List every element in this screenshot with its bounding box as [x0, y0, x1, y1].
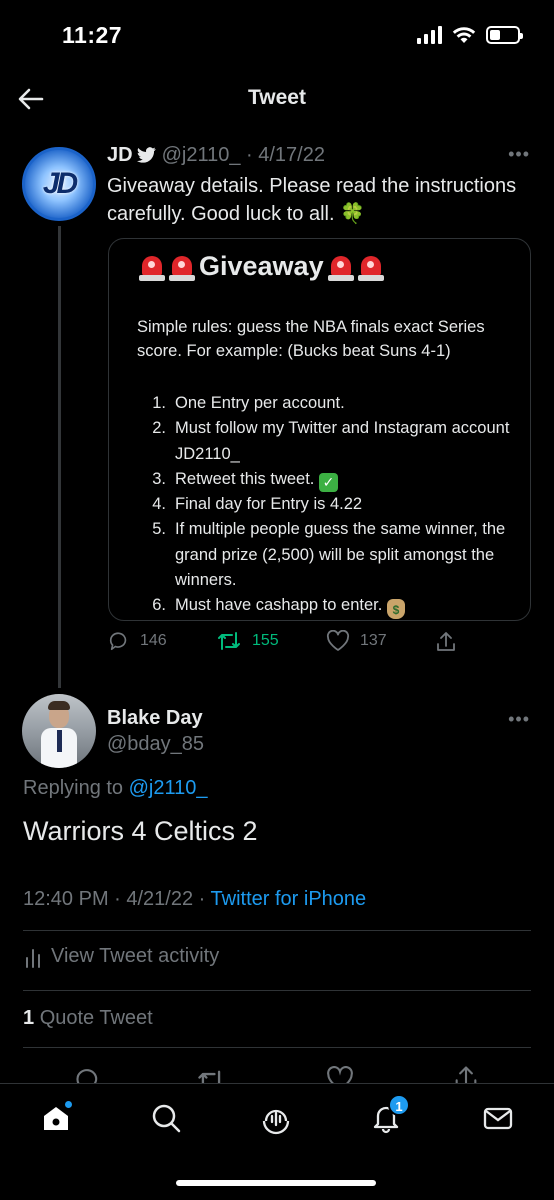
list-item: 2. Must follow my Twitter and Instagram a…	[152, 419, 510, 463]
tweet-actions-partial	[0, 1062, 554, 1084]
status-icons	[417, 26, 523, 44]
analytics-icon	[26, 948, 40, 968]
siren-icon	[169, 252, 195, 282]
retweet-button[interactable]: 155	[216, 630, 279, 652]
heart-icon[interactable]	[326, 1066, 354, 1084]
tweet-date: · 4/17/22	[246, 144, 325, 166]
tweet-text: Warriors 4 Celtics 2	[23, 816, 258, 846]
list-item: 1. One Entry per account.	[152, 394, 345, 412]
header: Tweet	[0, 72, 554, 126]
card-title-text: Giveaway	[199, 251, 324, 281]
notification-count-badge: 1	[388, 1094, 410, 1116]
siren-icon	[357, 252, 384, 282]
tab-search[interactable]	[148, 1100, 184, 1136]
card-title: Giveaway	[139, 251, 384, 282]
tab-home[interactable]	[38, 1100, 74, 1136]
rules-list: 1. One Entry per account. 2. Must follow m…	[137, 391, 522, 620]
home-notification-dot	[64, 1100, 73, 1109]
list-item: 4. Final day for Entry is 4.22	[152, 495, 363, 514]
list-item: 6. Must have cashapp to enter. $	[137, 593, 522, 620]
retweet-icon	[218, 632, 240, 650]
siren-icon	[139, 252, 165, 282]
divider	[23, 930, 531, 931]
spaces-icon	[262, 1109, 290, 1135]
battery-icon	[486, 26, 523, 44]
tweet-timestamp: 12:40 PM · 4/21/22 ·	[23, 888, 206, 910]
page-title: Tweet	[248, 86, 306, 109]
view-activity-button[interactable]: View Tweet activity	[23, 945, 219, 968]
status-bar: 11:27	[0, 0, 554, 72]
author-handle[interactable]: @j2110_	[162, 144, 241, 166]
tab-spaces[interactable]	[258, 1100, 294, 1136]
wifi-icon	[452, 27, 476, 43]
signal-icon	[417, 26, 442, 44]
divider	[23, 1047, 531, 1048]
money-bag-icon: $	[386, 599, 405, 620]
quote-tweets-link[interactable]: 1 Quote Tweet	[23, 1007, 153, 1030]
tab-messages[interactable]	[480, 1100, 516, 1136]
mail-icon	[483, 1107, 513, 1130]
tab-notifications[interactable]: 1	[368, 1094, 410, 1136]
avatar-logo-text: JD	[42, 167, 78, 200]
thread-line	[58, 226, 61, 688]
tweet-meta: 12:40 PM · 4/21/22 · Twitter for iPhone	[23, 888, 366, 911]
quote-label: Quote Tweet	[39, 1007, 153, 1029]
home-indicator	[176, 1180, 376, 1186]
twitter-bird-icon	[136, 147, 156, 163]
check-mark-icon: ✓	[319, 472, 338, 492]
more-options-icon[interactable]: •••	[508, 144, 530, 165]
list-item: 3. Retweet this tweet. ✓	[137, 467, 522, 492]
source-link[interactable]: Twitter for iPhone	[211, 888, 367, 910]
status-time: 11:27	[62, 22, 123, 48]
share-icon[interactable]	[452, 1064, 480, 1084]
list-item: 5. If multiple people guess the same winn…	[152, 520, 506, 590]
mention-link[interactable]: @j2110_	[129, 777, 208, 799]
retweet-icon[interactable]	[196, 1068, 226, 1084]
card-rules: Simple rules: guess the NBA finals exact…	[137, 318, 485, 360]
replying-to: Replying to @j2110_	[23, 777, 208, 799]
tweet-actions: 146 155 137	[108, 630, 528, 662]
avatar-jd[interactable]: JD	[22, 147, 96, 221]
share-icon	[437, 632, 455, 651]
giveaway-image-card[interactable]: Giveaway Simple rules: guess the NBA fin…	[108, 238, 531, 621]
tweet-text: Giveaway details. Please read the instru…	[107, 175, 517, 225]
author-handle[interactable]: @bday_85	[107, 733, 204, 756]
share-button[interactable]	[434, 630, 458, 654]
quote-count: 1	[23, 1007, 35, 1029]
reply-count: 146	[140, 632, 167, 649]
author-name[interactable]: JD	[107, 144, 133, 166]
heart-icon	[326, 630, 350, 651]
like-button[interactable]: 137	[326, 630, 387, 652]
more-options-icon[interactable]: •••	[508, 709, 530, 730]
search-icon	[152, 1104, 181, 1133]
reply-icon[interactable]	[74, 1066, 102, 1084]
tweet-header: JD @j2110_ · 4/17/22	[107, 144, 325, 167]
siren-icon	[327, 252, 354, 282]
reply-button[interactable]: 146	[108, 630, 167, 652]
reply-icon	[109, 632, 127, 651]
divider	[23, 990, 531, 991]
avatar-blake[interactable]	[22, 694, 96, 768]
retweet-count: 155	[252, 632, 279, 649]
author-name[interactable]: Blake Day	[107, 707, 203, 730]
like-count: 137	[360, 632, 387, 649]
activity-label: View Tweet activity	[51, 945, 220, 967]
